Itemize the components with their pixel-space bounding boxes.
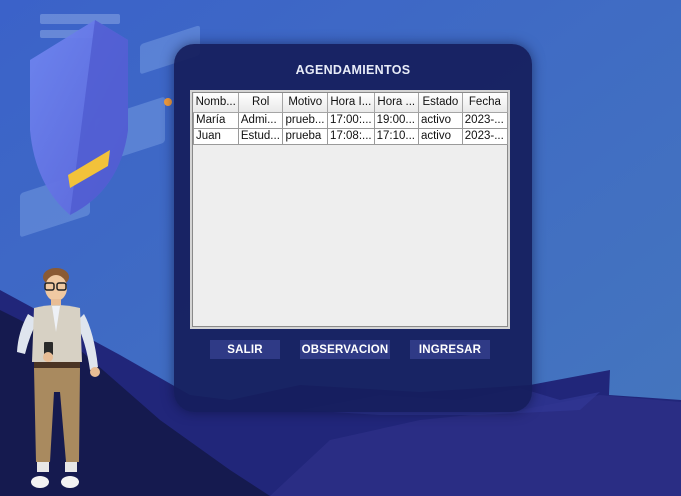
table-cell[interactable]: María — [193, 111, 239, 129]
person-illustration — [17, 268, 100, 488]
table-cell[interactable]: prueba — [282, 127, 329, 145]
table-row[interactable]: Juan Estud... prueba 17:08:... 17:10... … — [193, 127, 509, 145]
column-header-nombre[interactable]: Nomb... — [193, 93, 239, 113]
column-header-fecha[interactable]: Fecha — [462, 93, 509, 113]
table-cell[interactable]: Juan — [193, 127, 239, 145]
table-cell[interactable]: 17:10... — [373, 127, 419, 145]
table-cell[interactable]: 17:00:... — [327, 111, 375, 129]
column-header-rol[interactable]: Rol — [238, 93, 284, 113]
table-cell[interactable]: 2023-... — [461, 111, 509, 129]
column-header-motivo[interactable]: Motivo — [282, 93, 329, 113]
agendamientos-table-container[interactable]: Nomb... Rol Motivo Hora I... Hora ... Es… — [190, 90, 510, 329]
ingresar-button[interactable]: INGRESAR — [410, 340, 490, 359]
agendamientos-table[interactable]: Nomb... Rol Motivo Hora I... Hora ... Es… — [193, 93, 509, 145]
table-cell[interactable]: 19:00... — [373, 111, 419, 129]
table-cell[interactable]: 17:08:... — [327, 127, 375, 145]
table-cell[interactable]: prueb... — [282, 111, 329, 129]
table-cell[interactable]: 2023-... — [461, 127, 509, 145]
table-cell[interactable]: activo — [417, 111, 463, 129]
table-cell[interactable]: Estud... — [237, 127, 284, 145]
column-header-hora-fin[interactable]: Hora ... — [374, 93, 419, 113]
salir-button[interactable]: SALIR — [210, 340, 280, 359]
column-header-estado[interactable]: Estado — [418, 93, 463, 113]
agendamientos-panel: AGENDAMIENTOS Nomb... Rol Motivo Hora I.… — [174, 44, 532, 412]
table-header-row: Nomb... Rol Motivo Hora I... Hora ... Es… — [193, 93, 509, 113]
table-cell[interactable]: Admi... — [237, 111, 284, 129]
column-header-hora-inicio[interactable]: Hora I... — [327, 93, 375, 113]
table-row[interactable]: María Admi... prueb... 17:00:... 19:00..… — [193, 111, 509, 129]
panel-title: AGENDAMIENTOS — [295, 63, 411, 77]
observacion-button[interactable]: OBSERVACION — [300, 340, 390, 359]
table-cell[interactable]: activo — [417, 127, 463, 145]
